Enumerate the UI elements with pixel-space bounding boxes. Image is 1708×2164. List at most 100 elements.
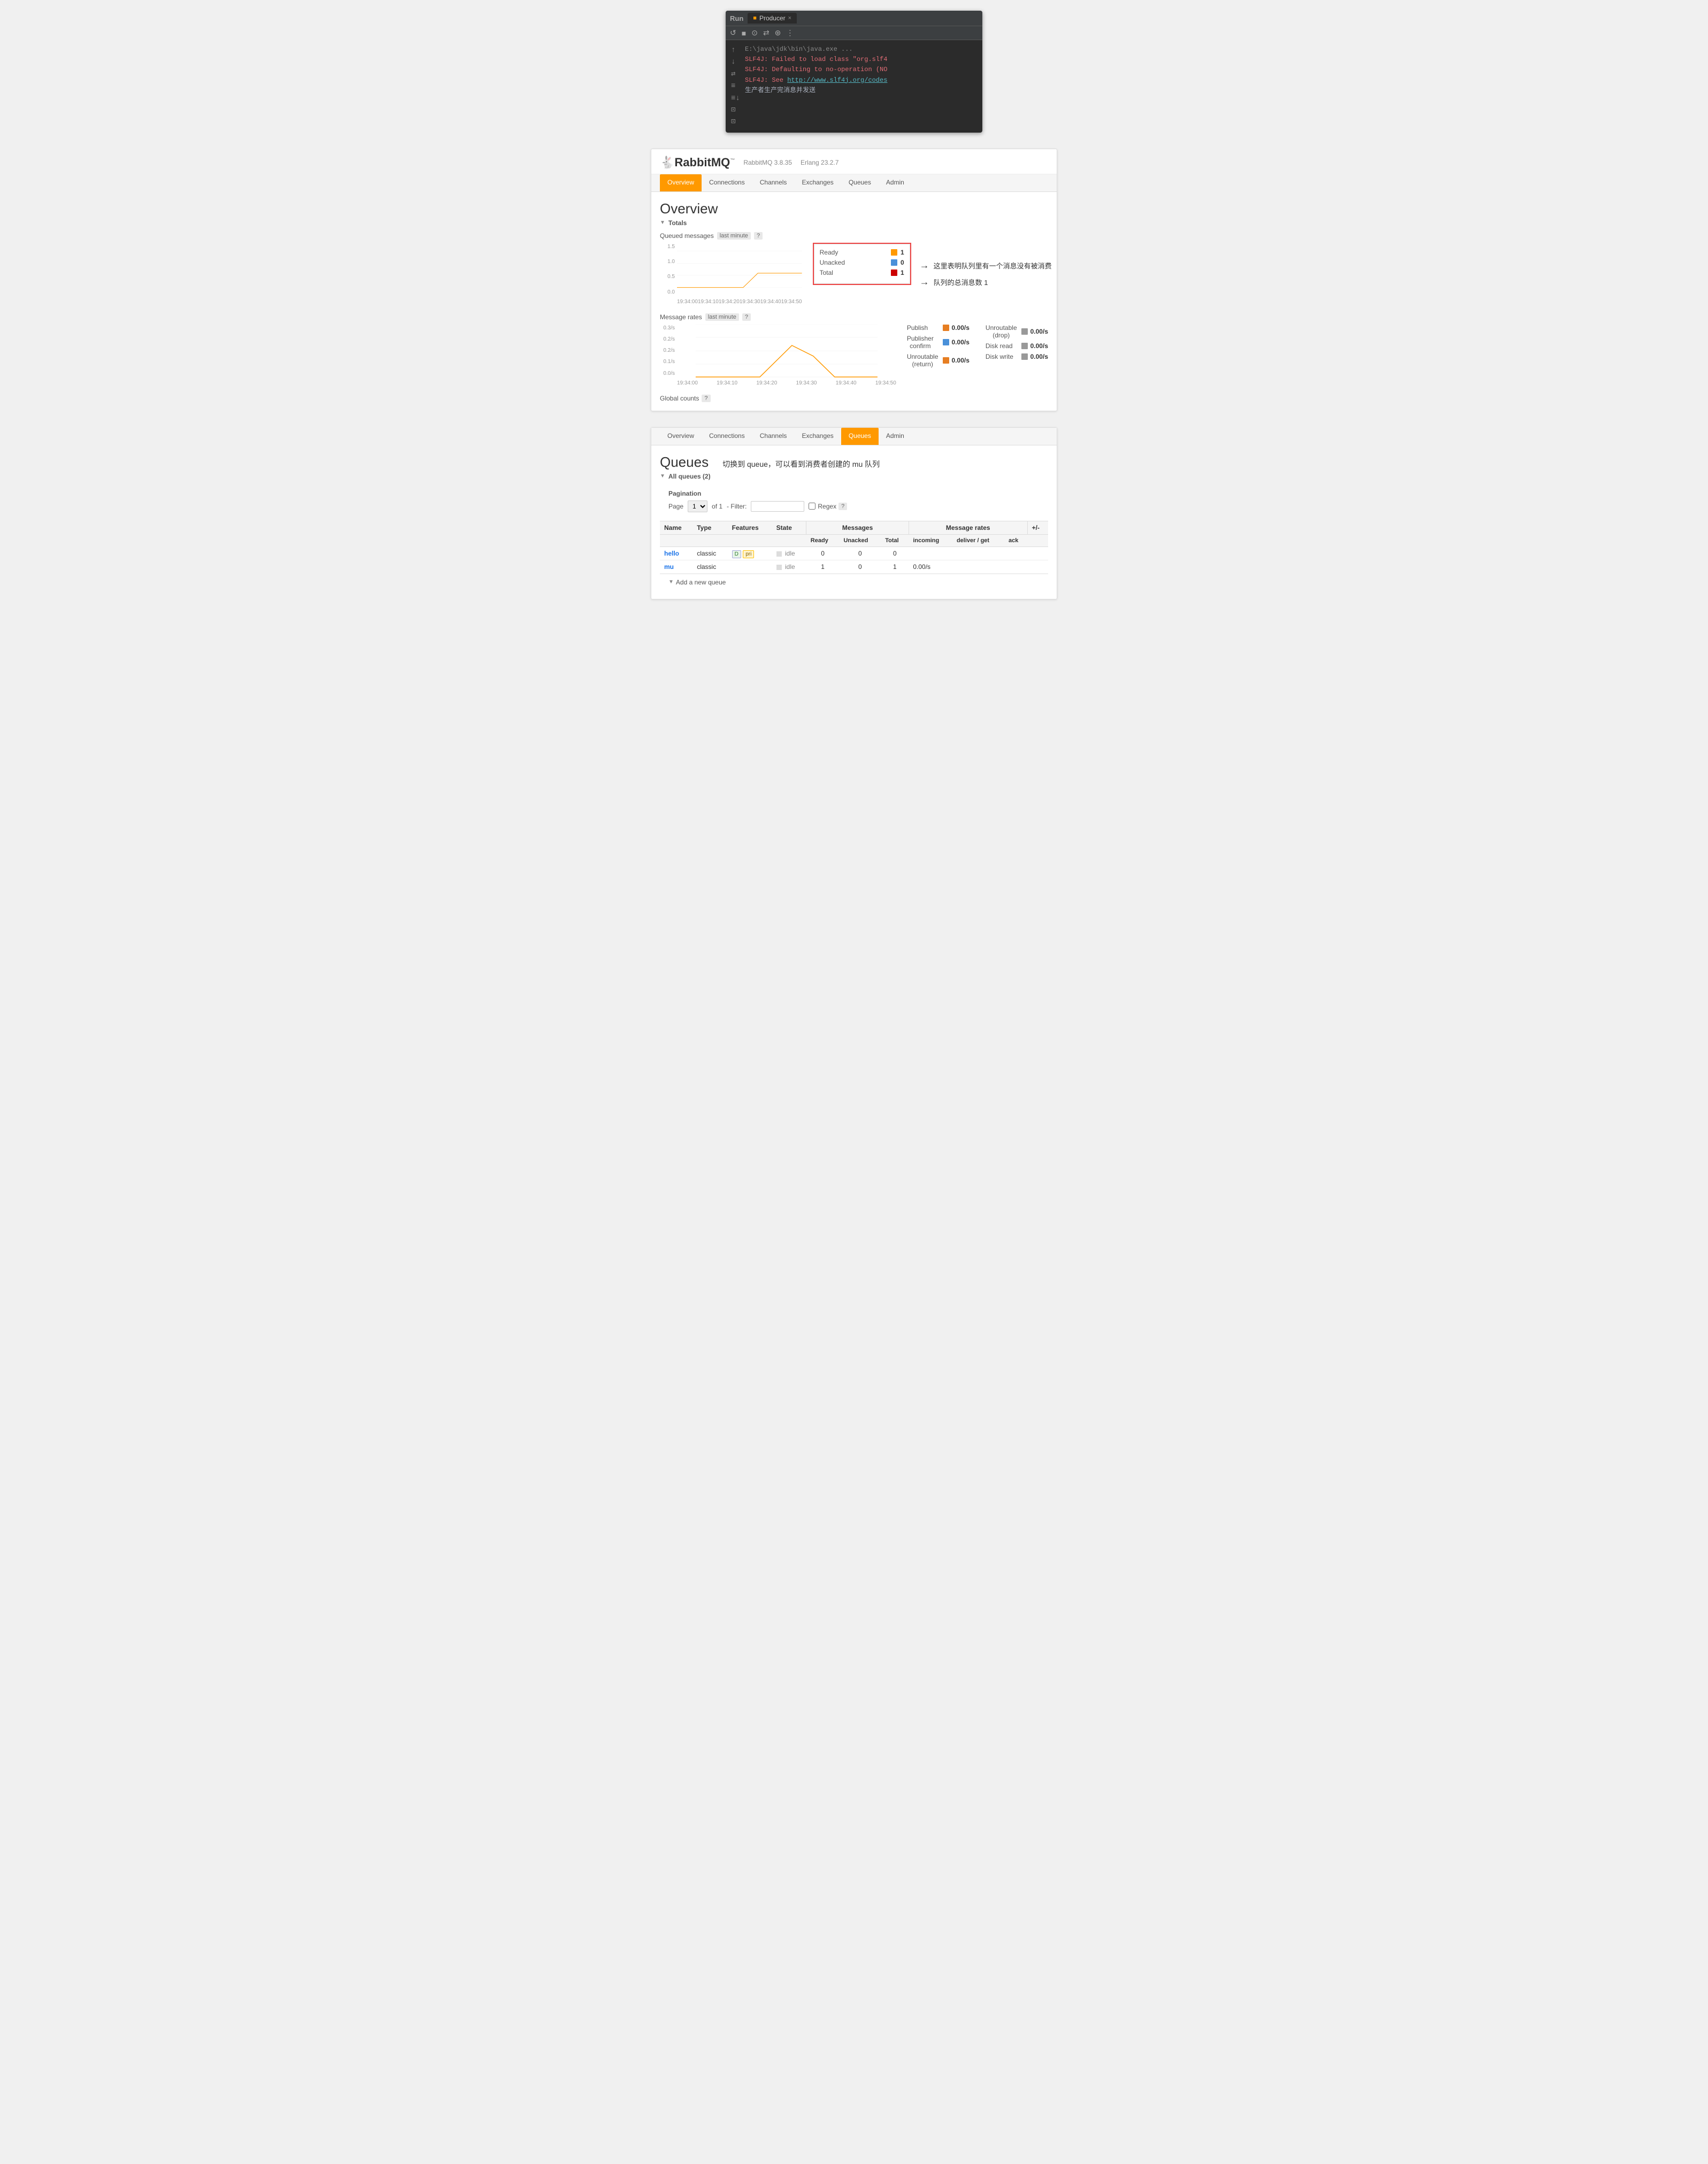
rate-unroutable-return: Unroutable(return) 0.00/s: [907, 353, 970, 368]
add-queue-section[interactable]: Add a new queue: [660, 574, 1048, 590]
chart2-ylabels: 0.3/s 0.2/s 0.2/s 0.1/s 0.0/s: [660, 324, 675, 378]
chart1-legend-box: Ready 1 Unacked 0: [813, 243, 911, 285]
annotation-2: → 队列的总消息数 1: [920, 276, 1052, 288]
arrow-icon-2: →: [920, 276, 929, 288]
chart1-svg: [677, 243, 802, 296]
disk-read-dot: [1021, 343, 1028, 349]
feature-d: D: [732, 550, 741, 558]
nav-admin[interactable]: Admin: [879, 174, 912, 191]
th-features: Features: [728, 521, 772, 534]
legend-ready: Ready 1: [820, 249, 904, 256]
ide-line-3: SLF4J: Defaulting to no-operation (NO: [745, 65, 977, 75]
regex-help[interactable]: ?: [838, 503, 847, 510]
camera-icon[interactable]: ⊙: [751, 28, 758, 37]
nav-exchanges[interactable]: Exchanges: [794, 174, 841, 191]
queue-state-mu: idle: [772, 560, 806, 573]
rates-right-group: Unroutable(drop) 0.00/s Disk read: [986, 324, 1048, 368]
legend-ready-label: Ready: [820, 249, 852, 256]
queued-messages-section: Queued messages last minute ? 1.5 1.0 0.…: [660, 232, 1048, 305]
legend-total: Total 1: [820, 269, 904, 276]
rmq-tm: ™: [730, 157, 735, 163]
page-select[interactable]: 1: [688, 500, 707, 512]
queues-panel: Overview Connections Channels Exchanges …: [651, 427, 1057, 599]
nav-overview[interactable]: Overview: [660, 174, 702, 191]
th-pm: +/-: [1027, 521, 1048, 534]
rmq-overview-panel: 🐇 RabbitMQ™ RabbitMQ 3.8.35 Erlang 23.2.…: [651, 149, 1057, 411]
rates-help[interactable]: ?: [742, 313, 751, 321]
chart2-svg: [677, 324, 896, 378]
queued-help[interactable]: ?: [754, 232, 763, 240]
th-deliver: deliver / get: [952, 534, 1004, 546]
ide-tab-name: Producer: [759, 14, 786, 22]
chart1-container: 1.5 1.0 0.5 0.0: [660, 243, 802, 305]
mu-ready: 1: [806, 560, 840, 573]
th-incoming: incoming: [909, 534, 952, 546]
nav-connections[interactable]: Connections: [702, 174, 752, 191]
rmq-body: Overview Totals Queued messages last min…: [651, 192, 1057, 411]
legend-total-label: Total: [820, 269, 852, 276]
stop-icon[interactable]: ■: [742, 29, 746, 37]
queues-table: Name Type Features State Messages Messag…: [660, 521, 1048, 574]
reload-icon[interactable]: ⇄: [763, 28, 770, 37]
page-title-overview: Overview: [660, 201, 1048, 217]
global-counts: Global counts ?: [660, 395, 1048, 402]
pagination-row: Page 1 of 1 - Filter: Regex ?: [668, 500, 1040, 512]
queue-name-hello[interactable]: hello: [660, 546, 693, 560]
idle-indicator-mu: [776, 565, 782, 570]
annotation-1: → 这里表明队列里有一个消息没有被消费: [920, 260, 1052, 271]
hello-pm: [1027, 546, 1048, 560]
nav-queues[interactable]: Queues: [841, 174, 879, 191]
global-help[interactable]: ?: [702, 395, 710, 402]
page-label: Page: [668, 503, 683, 510]
more-icon[interactable]: ⋮: [786, 28, 794, 37]
rate-publish: Publish 0.00/s: [907, 324, 970, 332]
rates-left-group: Publish 0.00/s Publisherconfirm: [907, 324, 970, 368]
ide-close-button[interactable]: ×: [788, 15, 791, 21]
th-messages: Messages: [806, 521, 909, 534]
publish-dot: [943, 325, 949, 331]
ide-line-1: E:\java\jdk\bin\java.exe ...: [745, 44, 977, 55]
regex-check: Regex ?: [809, 503, 847, 510]
th-total: Total: [881, 534, 909, 546]
th-rates: Message rates: [909, 521, 1027, 534]
ide-tab-producer[interactable]: ■ Producer ×: [748, 13, 797, 24]
regex-checkbox[interactable]: [809, 503, 815, 510]
th-ready: Ready: [806, 534, 840, 546]
section-totals: Totals: [660, 219, 1048, 227]
filter-input[interactable]: [751, 501, 804, 512]
th-name: Name: [660, 521, 693, 534]
rmq-logo: 🐇 RabbitMQ™: [660, 156, 735, 170]
ide-content: ↑ ↓ ⇄ ≡ ≡↓ ⊡ ⊡ E:\java\jdk\bin\java.exe …: [726, 40, 982, 133]
settings-icon[interactable]: ⊛: [775, 28, 781, 37]
table-row: mu classic idle 1 0 1 0.00/s: [660, 560, 1048, 573]
idle-indicator: [776, 551, 782, 557]
queue-features-mu: [728, 560, 772, 573]
nav-overview-q[interactable]: Overview: [660, 428, 702, 445]
ide-tab-bar: Run ■ Producer ×: [726, 11, 982, 26]
ide-gutter: ↑ ↓ ⇄ ≡ ≡↓ ⊡ ⊡: [731, 44, 741, 128]
hello-ready: 0: [806, 546, 840, 560]
ide-panel: Run ■ Producer × ↺ ■ ⊙ ⇄ ⊛ ⋮ ↑ ↓ ⇄ ≡ ≡↓ …: [726, 11, 982, 133]
legend-unacked: Unacked 0: [820, 259, 904, 266]
rates-chart: 0.3/s 0.2/s 0.2/s 0.1/s 0.0/s: [660, 324, 896, 386]
queue-features-hello: D pri: [728, 546, 772, 560]
unacked-dot: [891, 259, 897, 266]
nav-connections-q[interactable]: Connections: [702, 428, 752, 445]
of-label: of 1: [712, 503, 722, 510]
slf4j-link[interactable]: http://www.slf4j.org/codes: [787, 76, 887, 84]
nav-channels[interactable]: Channels: [752, 174, 795, 191]
refresh-icon[interactable]: ↺: [730, 28, 736, 37]
ide-lines: E:\java\jdk\bin\java.exe ... SLF4J: Fail…: [745, 44, 977, 128]
ready-dot: [891, 249, 897, 256]
queues-body: Queues 切换到 queue，可以看到消费者创建的 mu 队列 All qu…: [651, 445, 1057, 599]
ide-line-4: SLF4J: See http://www.slf4j.org/codes: [745, 75, 977, 86]
th-type: Type: [693, 521, 727, 534]
chart1-row: 1.5 1.0 0.5 0.0: [660, 243, 911, 305]
nav-queues-q[interactable]: Queues: [841, 428, 879, 445]
nav-admin-q[interactable]: Admin: [879, 428, 912, 445]
rate-unroutable-drop: Unroutable(drop) 0.00/s: [986, 324, 1048, 339]
nav-exchanges-q[interactable]: Exchanges: [794, 428, 841, 445]
nav-channels-q[interactable]: Channels: [752, 428, 795, 445]
queue-name-mu[interactable]: mu: [660, 560, 693, 573]
rate-publisher-confirm: Publisherconfirm 0.00/s: [907, 335, 970, 350]
